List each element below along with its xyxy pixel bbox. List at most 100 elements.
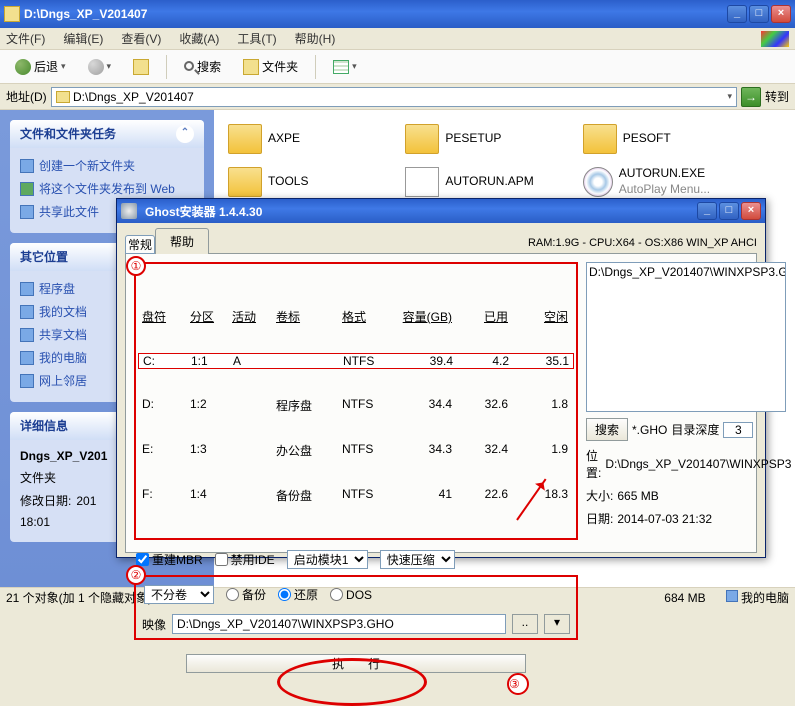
computer-icon xyxy=(20,351,34,365)
depth-input[interactable] xyxy=(723,422,753,438)
computer-icon xyxy=(726,590,738,602)
compress-select[interactable]: 快速压缩 xyxy=(380,550,455,569)
status-objects: 21 个对象(加 1 个隐藏对象) xyxy=(6,589,152,606)
tab-help[interactable]: 帮助 xyxy=(155,228,209,254)
other-title: 其它位置 xyxy=(20,248,68,266)
go-button[interactable]: → xyxy=(741,87,761,107)
shared-icon xyxy=(20,328,34,342)
file-item[interactable]: AUTORUN.EXEAutoPlay Menu... xyxy=(579,162,749,201)
toolbar: 后退▾ ▾ 搜索 文件夹 ▾ xyxy=(0,50,795,84)
ext-label: *.GHO xyxy=(632,423,667,437)
menu-fav[interactable]: 收藏(A) xyxy=(179,30,219,47)
go-label: 转到 xyxy=(765,88,789,105)
menu-edit[interactable]: 编辑(E) xyxy=(63,30,103,47)
address-bar: 地址(D) D:\Dngs_XP_V201407▾ → 转到 xyxy=(0,84,795,110)
ghost-icon xyxy=(121,203,137,219)
folder-icon xyxy=(228,124,262,154)
folder-icon xyxy=(405,124,439,154)
file-icon xyxy=(405,167,439,197)
folder-icon xyxy=(4,6,20,22)
task-publish[interactable]: 将这个文件夹发布到 Web xyxy=(20,177,194,200)
address-label: 地址(D) xyxy=(6,88,47,105)
rebuild-mbr-checkbox[interactable]: 重建MBR xyxy=(136,551,203,568)
annotation-1: ① xyxy=(126,256,146,276)
image-label: 映像 xyxy=(142,616,166,633)
tab-general[interactable]: 常规 xyxy=(125,235,155,254)
forward-icon xyxy=(88,59,104,75)
novol-select[interactable]: 不分卷 xyxy=(144,585,214,604)
folder-icon xyxy=(56,91,70,103)
network-icon xyxy=(20,374,34,388)
info-location: D:\Dngs_XP_V201407\WINXPSP3 xyxy=(605,457,791,471)
execute-button[interactable]: 执行 ③ xyxy=(186,654,526,673)
info-date: 2014-07-03 21:32 xyxy=(617,512,712,526)
file-item[interactable]: PESOFT xyxy=(579,120,749,158)
docs-icon xyxy=(20,305,34,319)
cd-icon xyxy=(583,167,613,197)
dialog-title: Ghost安装器 1.4.4.30 xyxy=(141,203,697,220)
drive-icon xyxy=(20,282,34,296)
search-icon xyxy=(184,61,194,71)
folders-icon xyxy=(243,59,259,75)
disk-table: ① 盘符分区活动卷标格式容量(GB)已用空闲 C:1:1ANTFS39.44.2… xyxy=(134,262,578,540)
window-title: D:\Dngs_XP_V201407 xyxy=(20,7,727,21)
status-location: 我的电脑 xyxy=(741,591,789,605)
windows-flag-icon xyxy=(761,31,789,47)
dropdown-button[interactable]: ▾ xyxy=(544,614,570,634)
image-path-input[interactable] xyxy=(172,614,506,634)
dialog-minimize-button[interactable]: _ xyxy=(697,202,717,220)
file-item[interactable]: AUTORUN.APM xyxy=(401,163,571,201)
folders-button[interactable]: 文件夹 xyxy=(234,54,307,79)
close-button[interactable]: × xyxy=(771,5,791,23)
backup-radio[interactable]: 备份 xyxy=(226,586,266,603)
disk-row[interactable]: F:1:4备份盘NTFS4122.618.3 xyxy=(142,487,570,504)
image-section: ② 不分卷 备份 还原 DOS 映像 .. ▾ xyxy=(134,575,578,640)
menu-file[interactable]: 文件(F) xyxy=(6,30,45,47)
explorer-titlebar: D:\Dngs_XP_V201407 _ □ × xyxy=(0,0,795,28)
menu-tools[interactable]: 工具(T) xyxy=(237,30,276,47)
search-button[interactable]: 搜索 xyxy=(175,54,230,79)
dos-radio[interactable]: DOS xyxy=(330,588,372,602)
back-button[interactable]: 后退▾ xyxy=(6,54,75,79)
browse-button[interactable]: .. xyxy=(512,614,538,634)
maximize-button[interactable]: □ xyxy=(749,5,769,23)
file-item[interactable]: AXPE xyxy=(224,120,394,158)
disable-ide-checkbox[interactable]: 禁用IDE xyxy=(215,551,275,568)
folder-icon xyxy=(20,159,34,173)
task-new-folder[interactable]: 创建一个新文件夹 xyxy=(20,154,194,177)
view-button[interactable]: ▾ xyxy=(324,56,366,78)
boot-module-select[interactable]: 启动模块1 xyxy=(287,550,368,569)
address-input[interactable]: D:\Dngs_XP_V201407▾ xyxy=(51,87,737,107)
search-gho-button[interactable]: 搜索 xyxy=(586,418,628,441)
up-icon xyxy=(133,59,149,75)
up-button[interactable] xyxy=(124,55,158,79)
detail-title: 详细信息 xyxy=(20,417,68,435)
gho-list[interactable]: D:\Dngs_XP_V201407\WINXPSP3.GHO xyxy=(586,262,786,412)
collapse-icon[interactable]: ⌃ xyxy=(176,125,194,143)
share-icon xyxy=(20,205,34,219)
system-info: RAM:1.9G - CPU:X64 - OS:X86 WIN_XP AHCI xyxy=(528,237,757,253)
file-item[interactable]: PESETUP xyxy=(401,120,571,158)
annotation-3: ③ xyxy=(507,673,529,695)
folder-icon xyxy=(228,167,262,197)
tasks-title: 文件和文件夹任务 xyxy=(20,125,116,143)
back-icon xyxy=(15,59,31,75)
ghost-dialog: Ghost安装器 1.4.4.30 _ □ × 常规 帮助 RAM:1.9G -… xyxy=(116,198,766,558)
minimize-button[interactable]: _ xyxy=(727,5,747,23)
dialog-maximize-button[interactable]: □ xyxy=(719,202,739,220)
disk-row-selected[interactable]: C:1:1ANTFS39.44.235.1 xyxy=(138,353,574,369)
dialog-close-button[interactable]: × xyxy=(741,202,761,220)
info-size: 665 MB xyxy=(617,489,658,503)
restore-radio[interactable]: 还原 xyxy=(278,586,318,603)
depth-label: 目录深度 xyxy=(671,421,719,438)
menu-help[interactable]: 帮助(H) xyxy=(295,30,336,47)
folder-icon xyxy=(583,124,617,154)
annotation-2: ② xyxy=(126,565,146,585)
forward-button[interactable]: ▾ xyxy=(79,55,121,79)
menubar: 文件(F) 编辑(E) 查看(V) 收藏(A) 工具(T) 帮助(H) xyxy=(0,28,795,50)
menu-view[interactable]: 查看(V) xyxy=(121,30,161,47)
disk-row[interactable]: E:1:3办公盘NTFS34.332.41.9 xyxy=(142,442,570,459)
file-item[interactable]: TOOLS xyxy=(224,163,394,201)
status-size: 684 MB xyxy=(664,591,705,605)
disk-row[interactable]: D:1:2程序盘NTFS34.432.61.8 xyxy=(142,397,570,414)
